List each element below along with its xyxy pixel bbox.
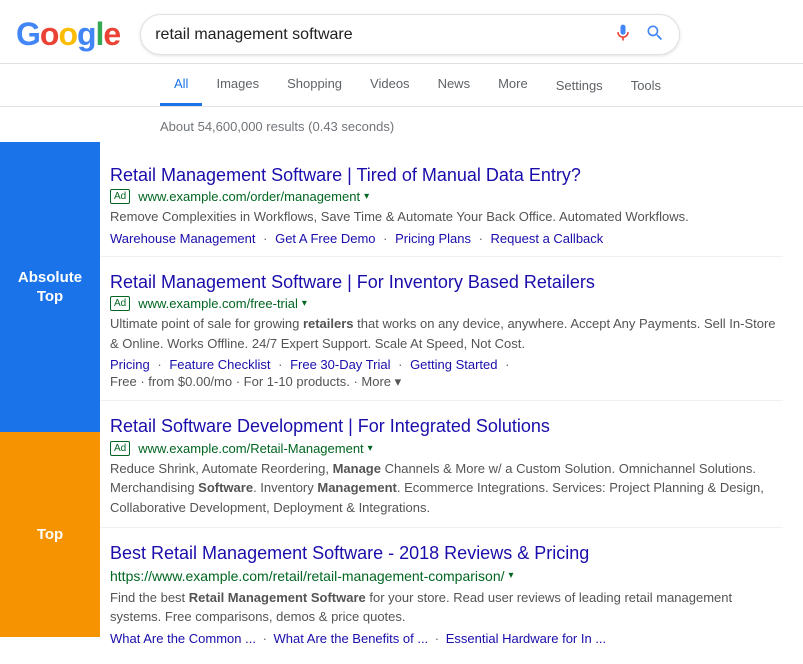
organic-sitelink-3[interactable]: Essential Hardware for In ...	[446, 631, 606, 646]
tab-videos[interactable]: Videos	[356, 64, 424, 106]
ad-result-1-url-row: Ad www.example.com/order/management ▾	[110, 189, 783, 204]
organic-result-1-url-row: https://www.example.com/retail/retail-ma…	[110, 568, 783, 584]
ad-result-2-title[interactable]: Retail Management Software | For Invento…	[110, 272, 595, 292]
absolute-top-label: Absolute Top	[0, 142, 100, 432]
sep: ·	[505, 357, 509, 372]
tab-tools[interactable]: Tools	[617, 66, 675, 105]
ad-badge-3: Ad	[110, 441, 130, 456]
sep: ·	[263, 631, 271, 646]
ad-result-1-link-2[interactable]: Get A Free Demo	[275, 231, 375, 246]
ad-result-2: Retail Management Software | For Invento…	[100, 257, 783, 401]
organic-result-1-dropdown[interactable]: ▾	[509, 570, 514, 581]
logo-o1: o	[40, 16, 59, 53]
ad-result-1-link-1[interactable]: Warehouse Management	[110, 231, 256, 246]
tab-shopping[interactable]: Shopping	[273, 64, 356, 106]
sep: ·	[263, 231, 271, 246]
organic-result-1-desc: Find the best Retail Management Software…	[110, 588, 783, 627]
sep: ·	[278, 357, 286, 372]
ad-result-3-title-row: Retail Software Development | For Integr…	[110, 415, 783, 438]
tab-images[interactable]: Images	[202, 64, 273, 106]
logo-e: e	[103, 16, 120, 53]
nav-tabs-left: All Images Shopping Videos News More	[160, 64, 542, 106]
labels-area: Absolute Top Top	[0, 142, 100, 664]
ad-result-2-link-2[interactable]: Feature Checklist	[169, 357, 270, 372]
ad-result-3-url: www.example.com/Retail-Management	[138, 441, 363, 456]
sep: ·	[479, 231, 487, 246]
search-box	[140, 14, 680, 55]
ad-result-1-dropdown[interactable]: ▾	[364, 191, 369, 202]
ad-result-2-title-row: Retail Management Software | For Invento…	[110, 271, 783, 294]
organic-result-1-title-row: Best Retail Management Software - 2018 R…	[110, 542, 783, 565]
ad-result-3: Retail Software Development | For Integr…	[100, 401, 783, 528]
sep: ·	[435, 631, 443, 646]
ad-result-2-url: www.example.com/free-trial	[138, 296, 298, 311]
ad-result-2-links: Pricing · Feature Checklist · Free 30-Da…	[110, 357, 783, 372]
ad-result-1-links: Warehouse Management · Get A Free Demo ·…	[110, 231, 783, 246]
tab-news[interactable]: News	[424, 64, 485, 106]
ad-result-3-title[interactable]: Retail Software Development | For Integr…	[110, 416, 550, 436]
organic-sitelink-2[interactable]: What Are the Benefits of ...	[274, 631, 429, 646]
ad-result-1-link-3[interactable]: Pricing Plans	[395, 231, 471, 246]
ad-result-1-desc: Remove Complexities in Workflows, Save T…	[110, 207, 783, 227]
organic-result-1-sitelinks: What Are the Common ... · What Are the B…	[110, 631, 783, 646]
search-icons	[613, 23, 665, 46]
mic-icon[interactable]	[613, 23, 633, 46]
sep: ·	[157, 357, 165, 372]
ad-result-2-dropdown[interactable]: ▾	[302, 298, 307, 309]
ad-result-1-title-row: Retail Management Software | Tired of Ma…	[110, 164, 783, 187]
ad-result-3-url-row: Ad www.example.com/Retail-Management ▾	[110, 441, 783, 456]
google-logo[interactable]: Google	[16, 16, 120, 53]
ad-badge-2: Ad	[110, 296, 130, 311]
ad-result-1-link-4[interactable]: Request a Callback	[491, 231, 604, 246]
sep: ·	[383, 231, 391, 246]
logo-l: l	[96, 16, 104, 53]
results-area: Retail Management Software | Tired of Ma…	[100, 142, 803, 664]
organic-result-1-title[interactable]: Best Retail Management Software - 2018 R…	[110, 543, 589, 563]
tab-more[interactable]: More	[484, 64, 542, 106]
logo-g1: G	[16, 16, 40, 53]
tab-all[interactable]: All	[160, 64, 202, 106]
ad-badge-1: Ad	[110, 189, 130, 204]
ad-result-2-link-3[interactable]: Free 30-Day Trial	[290, 357, 390, 372]
search-input[interactable]	[155, 26, 613, 44]
results-info: About 54,600,000 results (0.43 seconds)	[0, 111, 803, 142]
main-content: Absolute Top Top Retail Management Softw…	[0, 142, 803, 664]
ad-result-1-url: www.example.com/order/management	[138, 189, 360, 204]
ad-result-2-url-row: Ad www.example.com/free-trial ▾	[110, 296, 783, 311]
organic-result-1: Best Retail Management Software - 2018 R…	[100, 528, 783, 655]
logo-o2: o	[58, 16, 77, 53]
nav-tabs: All Images Shopping Videos News More Set…	[0, 64, 803, 107]
logo-g2: g	[77, 16, 96, 53]
ad-result-1: Retail Management Software | Tired of Ma…	[100, 150, 783, 257]
ad-result-2-link-1[interactable]: Pricing	[110, 357, 150, 372]
ad-result-2-free: Free · from $0.00/mo · For 1-10 products…	[110, 374, 783, 390]
ad-result-2-desc: Ultimate point of sale for growing retai…	[110, 314, 783, 353]
search-icon[interactable]	[645, 23, 665, 46]
ad-result-2-link-4[interactable]: Getting Started	[410, 357, 497, 372]
nav-tabs-right: Settings Tools	[542, 66, 675, 105]
organic-result-1-url: https://www.example.com/retail/retail-ma…	[110, 568, 505, 584]
ad-result-3-dropdown[interactable]: ▾	[368, 443, 373, 454]
tab-settings[interactable]: Settings	[542, 66, 617, 105]
ad-result-3-desc: Reduce Shrink, Automate Reordering, Mana…	[110, 459, 783, 518]
top-label: Top	[0, 432, 100, 637]
ad-result-1-title[interactable]: Retail Management Software | Tired of Ma…	[110, 165, 581, 185]
organic-sitelink-1[interactable]: What Are the Common ...	[110, 631, 256, 646]
header: Google	[0, 0, 803, 64]
sep: ·	[398, 357, 406, 372]
